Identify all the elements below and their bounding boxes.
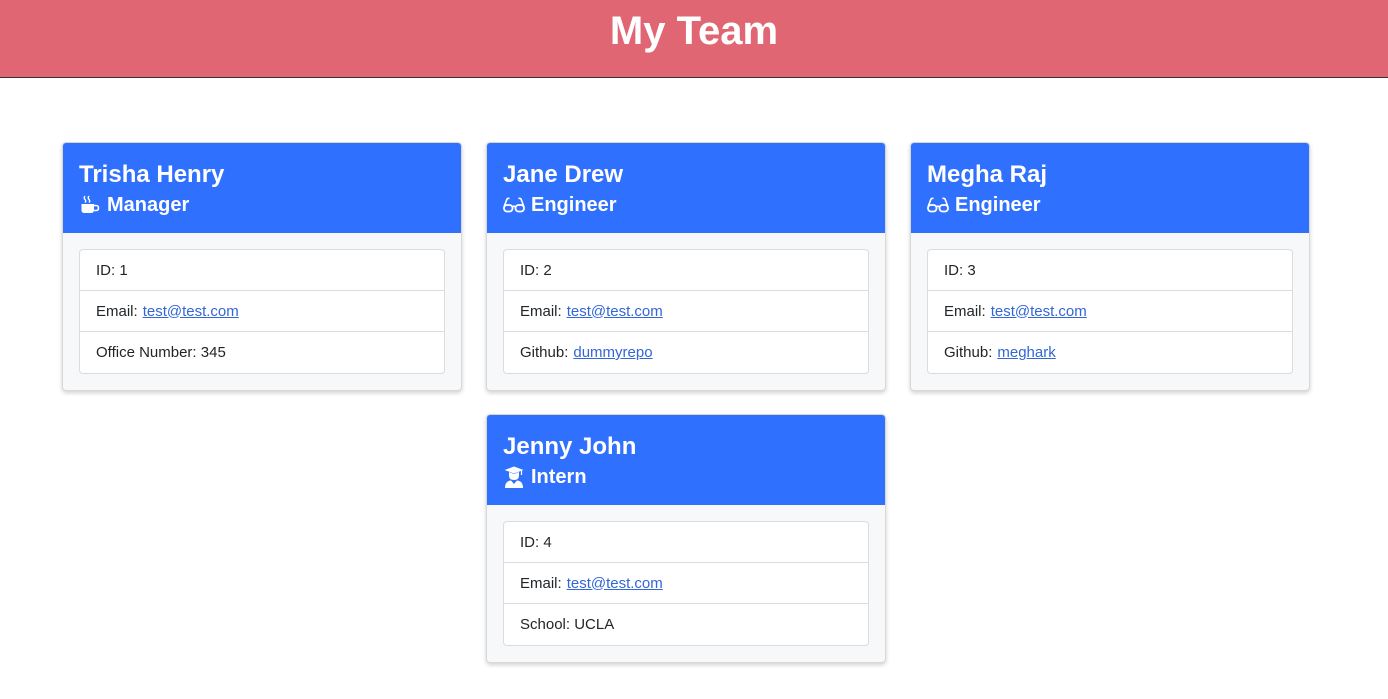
employee-name: Jane Drew [503,161,624,188]
email-label: Email: [944,302,986,320]
employee-card: Jenny John Intern ID: 4 Email: test@test… [486,414,886,663]
email-link[interactable]: test@test.com [143,303,239,320]
id-text: ID: 1 [96,261,128,279]
email-label: Email: [520,574,562,592]
info-list: ID: 1 Email: test@test.com Office Number… [79,249,445,374]
page-title: My Team [609,9,779,53]
github-link[interactable]: meghark [997,344,1055,361]
employee-role: Engineer [503,191,869,219]
page-header: My Team [0,0,1388,78]
graduate-icon [503,466,525,488]
glasses-icon [503,194,525,216]
card-header: Megha Raj Engineer [911,143,1309,233]
github-label: Github: [944,344,993,361]
list-item-id: ID: 1 [80,250,444,291]
list-item-school: School: UCLA [504,604,868,645]
employee-role: Manager [79,191,445,219]
list-item-id: ID: 3 [928,250,1292,291]
card-header: Jenny John Intern [487,415,885,505]
employee-card: Megha Raj Engineer ID: 3 Email: test@tes… [910,142,1310,391]
employee-name: Trisha Henry [79,161,225,188]
role-label: Intern [531,466,587,488]
role-label: Engineer [531,194,617,216]
id-text: ID: 2 [520,261,552,279]
role-label: Manager [107,194,190,216]
card-header: Jane Drew Engineer [487,143,885,233]
info-list: ID: 2 Email: test@test.com Github: dummy… [503,249,869,374]
list-item-office-number: Office Number: 345 [80,332,444,373]
employee-role: Intern [503,463,869,491]
info-list: ID: 4 Email: test@test.com School: UCLA [503,521,869,646]
list-item-email: Email: test@test.com [928,291,1292,332]
list-item-id: ID: 4 [504,522,868,563]
info-list: ID: 3 Email: test@test.com Github: megha… [927,249,1293,374]
id-text: ID: 4 [520,533,552,551]
email-link[interactable]: test@test.com [567,303,663,320]
role-label: Engineer [955,194,1041,216]
employee-name: Megha Raj [927,161,1048,188]
office-number-text: Office Number: 345 [96,344,226,361]
card-body: ID: 3 Email: test@test.com Github: megha… [911,233,1309,390]
list-item-email: Email: test@test.com [504,563,868,604]
employee-card: Jane Drew Engineer ID: 2 Email: test@tes… [486,142,886,391]
card-body: ID: 2 Email: test@test.com Github: dummy… [487,233,885,390]
employee-role: Engineer [927,191,1293,219]
card-body: ID: 1 Email: test@test.com Office Number… [63,233,461,390]
coffee-mug-icon [79,194,101,216]
card-body: ID: 4 Email: test@test.com School: UCLA [487,505,885,662]
glasses-icon [927,194,949,216]
list-item-id: ID: 2 [504,250,868,291]
list-item-github: Github: dummyrepo [504,332,868,373]
github-label: Github: [520,344,569,361]
github-link[interactable]: dummyrepo [573,344,652,361]
email-label: Email: [96,302,138,320]
employee-name: Jenny John [503,433,637,460]
email-label: Email: [520,302,562,320]
employee-card: Trisha Henry Manager ID: 1 Email: test@t… [62,142,462,391]
email-link[interactable]: test@test.com [567,575,663,592]
id-text: ID: 3 [944,261,976,279]
card-header: Trisha Henry Manager [63,143,461,233]
list-item-github: Github: meghark [928,332,1292,373]
school-text: School: UCLA [520,616,615,633]
list-item-email: Email: test@test.com [504,291,868,332]
email-link[interactable]: test@test.com [991,303,1087,320]
list-item-email: Email: test@test.com [80,291,444,332]
